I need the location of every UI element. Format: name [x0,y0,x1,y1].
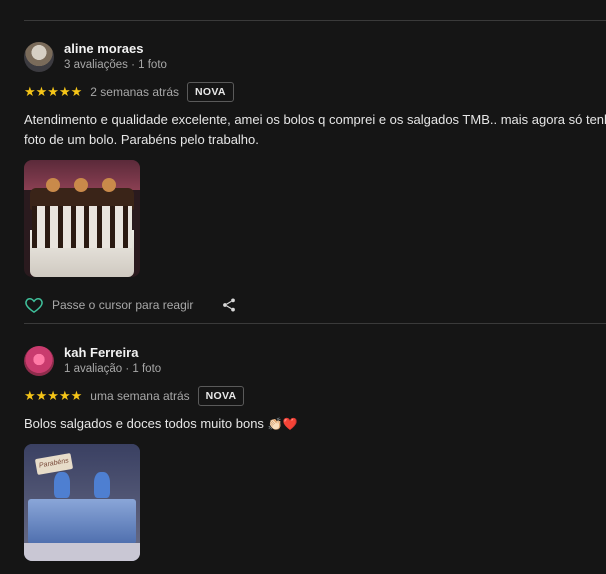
cake-drips [32,206,132,248]
author-name[interactable]: aline moraes [64,41,167,57]
author-block: kah Ferreira 1 avaliação · 1 foto [64,345,161,377]
author-name[interactable]: kah Ferreira [64,345,161,361]
review-photo[interactable] [24,160,140,277]
avatar[interactable] [24,42,54,72]
star-rating: ★★★★★ [24,84,83,99]
review-divider [24,323,606,324]
top-divider [24,20,606,21]
review-date: uma semana atrás [90,389,190,403]
rating-row: ★★★★★ uma semana atrás NOVA [24,386,606,406]
cake-decoration [74,178,88,192]
review-actions: Passe o cursor para reagir [24,295,606,315]
star-rating: ★★★★★ [24,388,83,403]
review-photo[interactable]: Parabéns [24,444,140,561]
review-card: aline moraes 3 avaliações · 1 foto ★★★★★… [24,40,606,315]
cake-decoration [102,178,116,192]
author-meta: 1 avaliação · 1 foto [64,363,162,375]
review-text-line: foto de um bolo. Parabéns pelo trabalho. [24,132,259,147]
review-header: aline moraes 3 avaliações · 1 foto [24,40,606,74]
cake-decoration [46,178,60,192]
review-text-line: Atendimento e qualidade excelente, amei … [24,112,606,127]
cake-tray [24,543,140,561]
review-text-line: Bolos salgados e doces todos muito bons [24,416,264,431]
share-icon[interactable] [221,297,237,313]
rating-row: ★★★★★ 2 semanas atrás NOVA [24,82,606,102]
review-card: kah Ferreira 1 avaliação · 1 foto ★★★★★ … [24,344,606,561]
avatar[interactable] [24,346,54,376]
emoji-clap-heart: 👏🏻❤️ [267,417,298,431]
review-date: 2 semanas atrás [90,85,179,99]
heart-outline-icon[interactable] [24,295,44,315]
new-badge: NOVA [197,386,245,406]
review-header: kah Ferreira 1 avaliação · 1 foto [24,344,606,378]
new-badge: NOVA [187,82,234,102]
author-block: aline moraes 3 avaliações · 1 foto [64,41,167,73]
author-meta: 3 avaliações · 1 foto [64,59,167,71]
review-text: Atendimento e qualidade excelente, amei … [24,110,606,150]
react-hint: Passe o cursor para reagir [52,298,194,312]
cake-body [28,499,136,544]
review-text: Bolos salgados e doces todos muito bons … [24,414,606,434]
cake-figure [54,472,70,498]
cake-figure [94,472,110,498]
